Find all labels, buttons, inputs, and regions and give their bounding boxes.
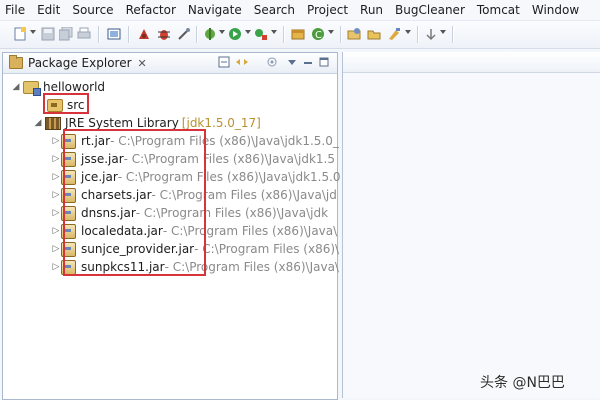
menu-run[interactable]: Run: [354, 0, 389, 20]
open-folder-icon[interactable]: [366, 26, 382, 42]
search-tool-icon[interactable]: [386, 26, 402, 42]
menu-tomcat[interactable]: Tomcat: [471, 0, 526, 20]
expanded-arrow-icon[interactable]: ◢: [11, 82, 21, 92]
focus-icon[interactable]: [265, 56, 279, 70]
collapsed-arrow-icon[interactable]: ▷: [51, 208, 61, 218]
menu-bar: File Edit Source Refactor Navigate Searc…: [0, 0, 600, 21]
toolbar-separator: [196, 26, 197, 43]
jars-highlight-box: [63, 129, 206, 276]
link-with-editor-icon[interactable]: [235, 56, 249, 70]
expanded-arrow-icon[interactable]: ◢: [33, 118, 43, 128]
collapsed-arrow-icon[interactable]: ▷: [51, 154, 61, 164]
menu-search[interactable]: Search: [248, 0, 301, 20]
collapsed-arrow-icon[interactable]: ▷: [51, 262, 61, 272]
collapsed-arrow-icon[interactable]: ▷: [51, 190, 61, 200]
library-icon: [45, 116, 61, 130]
collapsed-arrow-icon[interactable]: ▷: [51, 244, 61, 254]
package-explorer-panel: Package Explorer ✕ ◢ helloworld src ◢ JR…: [2, 52, 341, 400]
menu-edit[interactable]: Edit: [31, 0, 66, 20]
external-tools-dropdown-icon[interactable]: [271, 30, 277, 34]
collapsed-arrow-icon[interactable]: ▷: [51, 136, 61, 146]
toolbar-separator: [417, 26, 418, 43]
library-name: JRE System Library: [65, 116, 179, 130]
tools-icon[interactable]: [176, 26, 192, 42]
menu-file[interactable]: File: [0, 0, 31, 20]
next-annotation-icon[interactable]: [423, 26, 439, 42]
maximize-icon[interactable]: [317, 56, 331, 70]
watermark: 头条 @N巴巴: [480, 375, 565, 391]
open-console-icon[interactable]: [106, 26, 122, 42]
new-dropdown-icon[interactable]: [30, 30, 36, 34]
minimize-icon[interactable]: [301, 56, 315, 70]
run-icon[interactable]: [227, 26, 243, 42]
library-version: [jdk1.5.0_17]: [181, 116, 261, 130]
run-dropdown-icon[interactable]: [245, 30, 251, 34]
toolbar-separator: [98, 26, 99, 43]
new-class-icon[interactable]: C: [310, 26, 326, 42]
debug-icon[interactable]: [202, 26, 218, 42]
close-icon[interactable]: ✕: [138, 57, 147, 70]
menu-refactor[interactable]: Refactor: [120, 0, 182, 20]
toolbar-separator: [340, 26, 341, 43]
collapsed-arrow-icon[interactable]: ▷: [51, 172, 61, 182]
panel-title: Package Explorer: [28, 56, 132, 70]
menu-project[interactable]: Project: [301, 0, 354, 20]
main-toolbar: C: [0, 21, 600, 49]
save-icon[interactable]: [40, 26, 56, 42]
open-type-icon[interactable]: [346, 26, 362, 42]
collapse-all-icon[interactable]: [217, 56, 231, 70]
new-package-icon[interactable]: [290, 26, 306, 42]
src-highlight-box: [43, 93, 89, 114]
annotation-dropdown-icon[interactable]: [440, 30, 446, 34]
package-explorer-tab[interactable]: Package Explorer ✕: [3, 53, 153, 73]
external-tools-icon[interactable]: [253, 26, 269, 42]
project-name: helloworld: [43, 80, 106, 94]
new-class-dropdown-icon[interactable]: [328, 30, 334, 34]
java-project-icon: [23, 80, 41, 96]
collapsed-arrow-icon[interactable]: ▷: [51, 226, 61, 236]
menu-window[interactable]: Window: [526, 0, 585, 20]
toolbar-separator: [128, 26, 129, 43]
panel-header: Package Explorer ✕: [3, 53, 337, 74]
menu-navigate[interactable]: Navigate: [182, 0, 248, 20]
debug-dropdown-icon[interactable]: [219, 30, 225, 34]
toolbar-separator: [452, 26, 453, 43]
print-icon[interactable]: [76, 26, 92, 42]
view-menu-icon[interactable]: [285, 56, 299, 70]
search-dropdown-icon[interactable]: [405, 30, 411, 34]
editor-area[interactable]: [342, 52, 600, 398]
debug-tool-icon[interactable]: [136, 26, 152, 42]
toolbar-separator: [283, 26, 284, 43]
new-icon[interactable]: [12, 26, 28, 42]
bug-icon[interactable]: [156, 26, 172, 42]
jar-path: - C:\Program Files (x86)\: [194, 242, 340, 256]
editor-tab-strip: [343, 52, 600, 73]
menu-source[interactable]: Source: [66, 0, 119, 20]
menu-bugcleaner[interactable]: BugCleaner: [389, 0, 471, 20]
svg-text:C: C: [315, 30, 322, 41]
package-explorer-icon: [9, 55, 23, 69]
save-all-icon[interactable]: [58, 26, 74, 42]
